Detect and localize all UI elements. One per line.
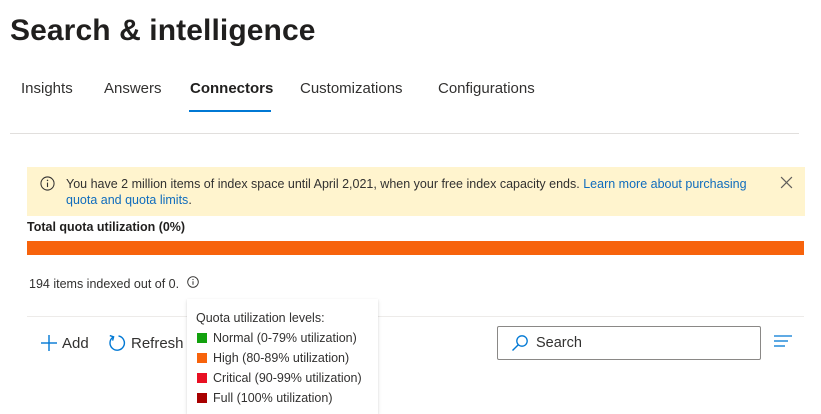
refresh-icon [109, 334, 126, 351]
level-swatch-full [197, 393, 207, 403]
tab-connectors[interactable]: Connectors [190, 80, 273, 97]
quota-utilization-label: Total quota utilization (0%) [27, 220, 186, 234]
search-icon [512, 335, 528, 351]
refresh-button[interactable]: Refresh [107, 332, 184, 354]
view-options-icon[interactable] [774, 334, 792, 348]
level-normal: Normal (0-79% utilization) [197, 330, 357, 346]
close-icon[interactable] [780, 176, 793, 189]
add-icon [41, 335, 57, 351]
level-label-full: Full (100% utilization) [213, 391, 333, 405]
level-high: High (80-89% utilization) [197, 350, 349, 366]
tooltip-title: Quota utilization levels: [196, 311, 325, 325]
quota-levels-tooltip: Quota utilization levels: Normal (0-79% … [187, 299, 378, 414]
level-label-high: High (80-89% utilization) [213, 351, 350, 365]
tab-insights[interactable]: Insights [21, 80, 73, 97]
tabs-divider [10, 133, 799, 134]
level-critical: Critical (90-99% utilization) [197, 370, 362, 386]
add-button[interactable]: Add [40, 332, 89, 354]
tab-answers[interactable]: Answers [104, 80, 162, 97]
add-button-label: Add [62, 334, 89, 352]
index-capacity-banner: You have 2 million items of index space … [27, 167, 805, 216]
quota-info-icon[interactable] [187, 276, 199, 288]
banner-text: You have 2 million items of index space … [66, 177, 580, 191]
items-indexed-text: 194 items indexed out of 0. [29, 277, 180, 291]
tab-configurations[interactable]: Configurations [438, 80, 535, 97]
level-label-normal: Normal (0-79% utilization) [213, 331, 357, 345]
banner-message: You have 2 million items of index space … [66, 176, 766, 208]
level-label-critical: Critical (90-99% utilization) [213, 371, 362, 385]
page-title: Search & intelligence [10, 14, 316, 47]
tab-customizations[interactable]: Customizations [300, 80, 403, 97]
search-box[interactable] [497, 326, 761, 360]
banner-text-end: . [188, 193, 192, 207]
quota-utilization-bar [27, 241, 804, 255]
quota-utilization-fill [27, 241, 804, 255]
level-swatch-normal [197, 333, 207, 343]
level-full: Full (100% utilization) [197, 390, 333, 406]
info-icon [40, 176, 55, 191]
refresh-button-label: Refresh [131, 334, 184, 352]
level-swatch-critical [197, 373, 207, 383]
search-input[interactable] [536, 332, 746, 354]
active-tab-indicator [189, 110, 271, 112]
command-bar-divider [27, 316, 804, 317]
level-swatch-high [197, 353, 207, 363]
